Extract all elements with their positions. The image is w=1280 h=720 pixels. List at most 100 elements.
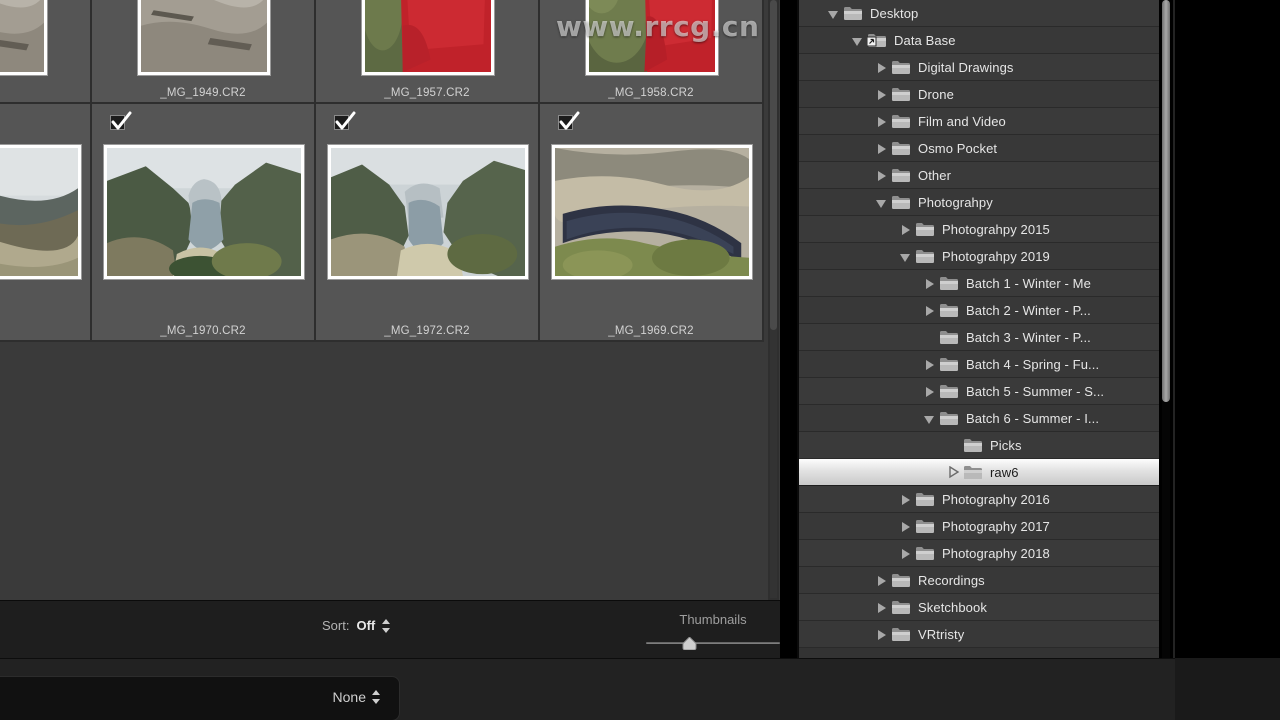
chevron-right-icon[interactable] [875, 81, 891, 108]
thumbnails-slider[interactable] [646, 636, 780, 651]
chevron-right-icon[interactable] [875, 135, 891, 162]
thumbnail-image[interactable] [137, 0, 271, 76]
chevron-right-icon[interactable] [875, 54, 891, 81]
folder-tree-item[interactable]: Photograhpy 2015 [799, 216, 1159, 243]
grid-vertical-scrollbar[interactable] [768, 0, 779, 600]
chevron-down-icon[interactable] [899, 243, 915, 270]
folder-shortcut-icon [866, 32, 887, 48]
folder-label: Data Base [894, 32, 956, 48]
folder-tree-item[interactable]: Picks [799, 432, 1159, 459]
chevron-right-icon[interactable] [875, 108, 891, 135]
folder-tree[interactable]: Desktop Data Base Digital Drawings Drone Fil… [799, 0, 1159, 658]
folder-tree-item[interactable]: Batch 6 - Summer - I... [799, 405, 1159, 432]
thumbnail-cell[interactable]: _MG_1969.CR2 [540, 104, 764, 342]
sort-stepper-icon[interactable] [382, 618, 391, 633]
folder-tree-item[interactable]: Batch 2 - Winter - P... [799, 297, 1159, 324]
folder-tree-item[interactable]: Photography 2018 [799, 540, 1159, 567]
thumbnail-cell[interactable]: _MG_1972.CR2 [316, 104, 540, 342]
folder-tree-item[interactable]: Other [799, 162, 1159, 189]
chevron-right-icon[interactable] [923, 297, 939, 324]
chevron-right-icon[interactable] [923, 378, 939, 405]
folder-icon [891, 572, 911, 588]
folder-tree-item[interactable]: Batch 4 - Spring - Fu... [799, 351, 1159, 378]
folder-icon [915, 545, 935, 561]
chevron-right-icon[interactable] [947, 459, 963, 486]
thumbnail-image[interactable] [361, 0, 495, 76]
thumbnail-image[interactable] [103, 144, 305, 280]
chevron-down-icon[interactable] [827, 0, 843, 27]
folder-icon [891, 140, 911, 156]
chevron-right-icon[interactable] [899, 540, 915, 567]
folder-tree-item[interactable]: raw6 [799, 459, 1159, 486]
chevron-right-icon[interactable] [899, 216, 915, 243]
thumbnails-slider-knob[interactable] [682, 636, 697, 651]
folder-tree-scrollbar[interactable] [1159, 0, 1173, 658]
folder-tree-item[interactable]: Photography 2017 [799, 513, 1159, 540]
chevron-right-icon[interactable] [875, 162, 891, 189]
folder-tree-item[interactable]: Desktop [799, 0, 1159, 27]
thumbnail-cell[interactable]: _MG_1957.CR2 [316, 0, 540, 104]
sort-control[interactable]: Sort: Off [322, 618, 391, 633]
grid-scroll-thumb[interactable] [770, 0, 777, 330]
thumbnail-size-control[interactable]: Thumbnails [646, 612, 780, 651]
folder-tree-item[interactable]: Batch 1 - Winter - Me [799, 270, 1159, 297]
folder-tree-item[interactable]: Photograhpy [799, 189, 1159, 216]
folder-scroll-thumb[interactable] [1162, 0, 1170, 402]
folder-label: Batch 5 - Summer - S... [966, 383, 1105, 399]
chevron-right-icon[interactable] [875, 567, 891, 594]
thumbnail-cell[interactable]: _MG_1949.CR2 [92, 0, 316, 104]
thumbnail-cell[interactable]: _MG_1958.CR2 [540, 0, 764, 104]
thumbnails-slider-track[interactable] [646, 642, 780, 644]
thumbnail-image[interactable] [0, 144, 82, 280]
sort-label: Sort: [322, 618, 350, 633]
thumbnail-cell[interactable]: _MG_1970.CR2 [92, 104, 316, 342]
thumbnail-image[interactable] [327, 144, 529, 280]
grid-toolbar: Sort: Off Thumbnails [0, 600, 780, 658]
folder-tree-item[interactable]: Digital Drawings [799, 54, 1159, 81]
chevron-down-icon[interactable] [851, 27, 867, 54]
folder-tree-item[interactable]: Batch 3 - Winter - P... [799, 324, 1159, 351]
folder-icon [939, 356, 959, 372]
folder-icon [891, 167, 911, 183]
thumbnail-image[interactable] [585, 0, 719, 76]
folder-label: Photography 2017 [942, 518, 1050, 534]
thumbnail-cell[interactable]: CR2 [0, 0, 92, 104]
folder-tree-item[interactable]: Photography 2016 [799, 486, 1159, 513]
thumbnail-grid[interactable]: CR2 _MG_1949.CR2 _MG_1957.CR2 _MG_1958.C… [0, 0, 780, 600]
chevron-right-icon[interactable] [923, 270, 939, 297]
chevron-down-icon[interactable] [875, 189, 891, 216]
folder-tree-item[interactable]: Drone [799, 81, 1159, 108]
chevron-right-icon[interactable] [899, 486, 915, 513]
preset-value-group[interactable]: None [333, 689, 381, 705]
preset-stepper-icon[interactable] [372, 690, 381, 704]
thumbnail-cell[interactable]: CR2 [0, 104, 92, 342]
folder-tree-item[interactable]: VRtristy [799, 621, 1159, 648]
preset-value-label[interactable]: None [333, 689, 366, 705]
include-checkbox[interactable] [558, 111, 580, 130]
chevron-right-icon[interactable] [923, 351, 939, 378]
chevron-down-icon[interactable] [923, 405, 939, 432]
folder-tree-item[interactable]: Data Base [799, 27, 1159, 54]
thumbnail-image[interactable] [0, 0, 48, 76]
folder-tree-item[interactable]: Sketchbook [799, 594, 1159, 621]
folder-tree-item[interactable]: Osmo Pocket [799, 135, 1159, 162]
thumbnail-image[interactable] [551, 144, 753, 280]
import-preset-control[interactable]: None [0, 676, 400, 720]
folder-tree-item[interactable]: Photograhpy 2019 [799, 243, 1159, 270]
chevron-right-icon[interactable] [875, 621, 891, 648]
folder-tree-item[interactable]: Film and Video [799, 108, 1159, 135]
bottom-bar-strip: None [0, 658, 1175, 720]
include-checkbox[interactable] [110, 111, 132, 130]
sort-value[interactable]: Off [356, 618, 375, 633]
chevron-right-icon[interactable] [875, 594, 891, 621]
chevron-right-icon[interactable] [899, 513, 915, 540]
folder-tree-item[interactable]: Recordings [799, 567, 1159, 594]
include-checkbox[interactable] [334, 111, 356, 130]
folder-tree-item[interactable]: Batch 5 - Summer - S... [799, 378, 1159, 405]
